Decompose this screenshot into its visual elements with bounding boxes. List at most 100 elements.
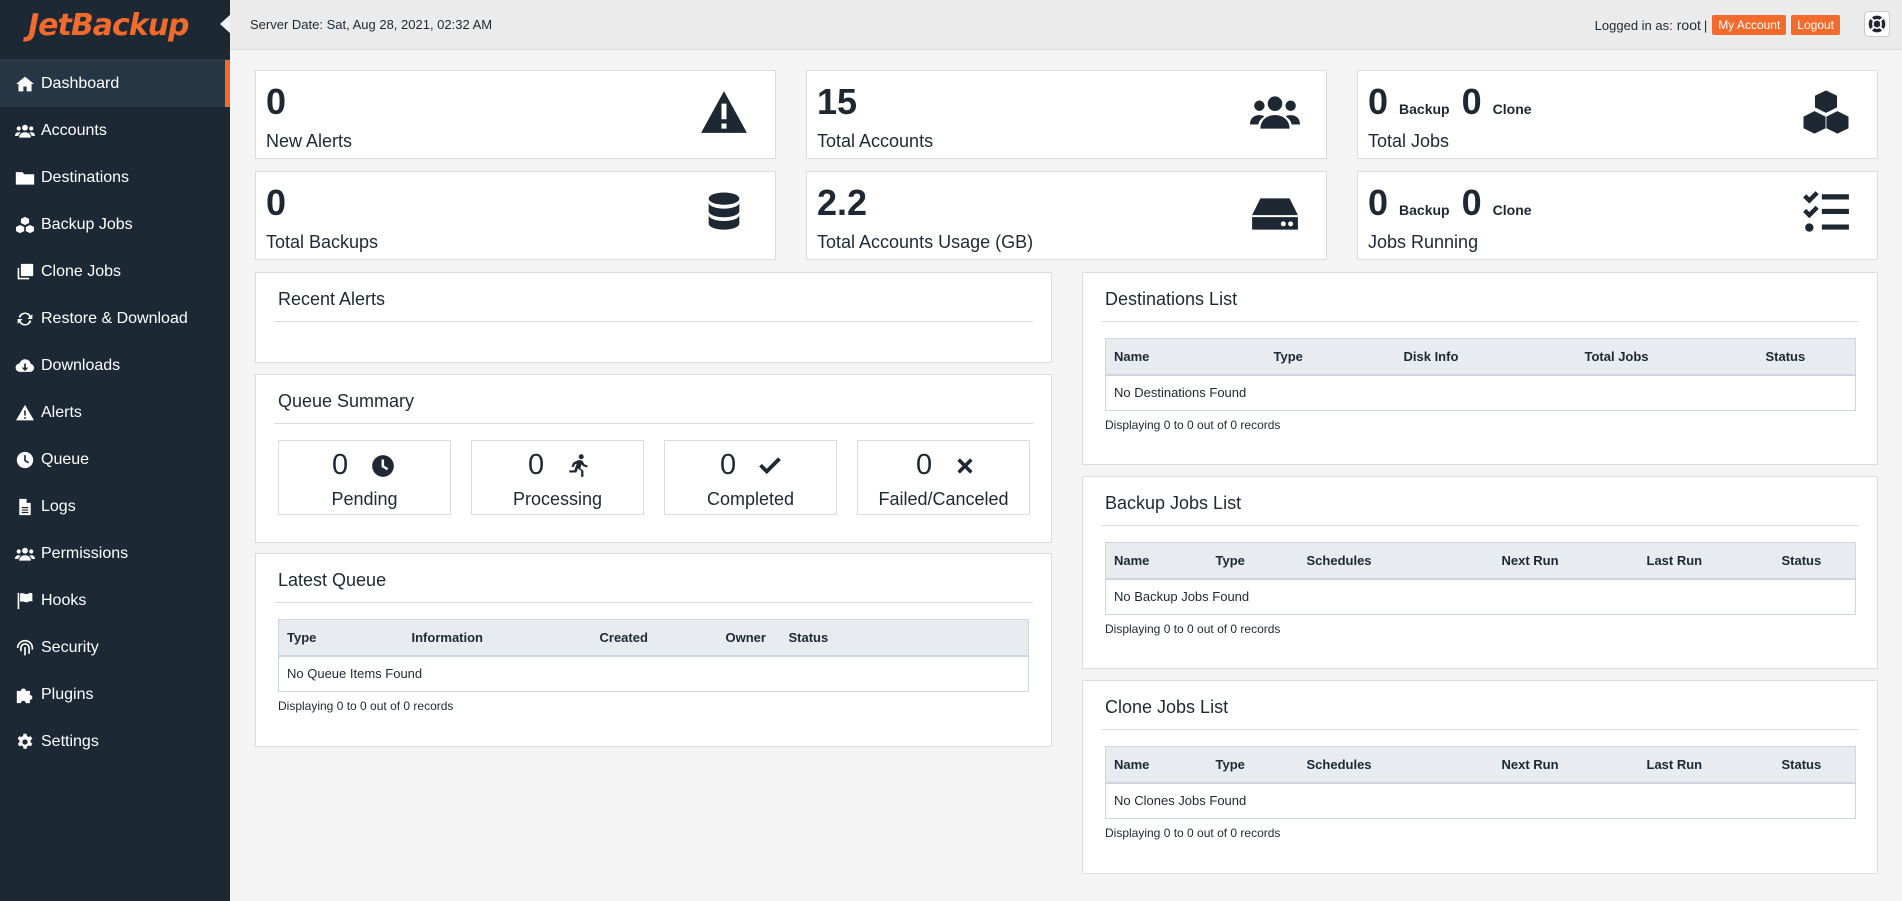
column-header-created[interactable]: Created xyxy=(591,619,718,657)
column-header-last-run[interactable]: Last Run xyxy=(1638,746,1774,784)
divider xyxy=(274,602,1033,603)
column-header-type[interactable]: Type xyxy=(1207,746,1299,784)
jetbackup-logo[interactable]: JetBackup xyxy=(28,8,190,43)
column-header-type[interactable]: Type xyxy=(1265,338,1396,376)
users-icon xyxy=(1250,96,1300,129)
puzzle-icon xyxy=(16,687,33,703)
column-header-status[interactable]: Status xyxy=(1773,746,1856,784)
server-date: Server Date: Sat, Aug 28, 2021, 02:32 AM xyxy=(250,17,493,32)
panel-title: Backup Jobs List xyxy=(1105,493,1242,513)
stat-clone-value: 0 xyxy=(1461,81,1482,122)
column-header-name[interactable]: Name xyxy=(1105,746,1208,784)
latest-queue-table: Type Information Created Owner Status No… xyxy=(278,619,1029,692)
sidebar-item-destinations[interactable]: Destinations xyxy=(0,154,230,201)
sidebar-item-hooks[interactable]: Hooks xyxy=(0,577,230,624)
sidebar-item-logs[interactable]: Logs xyxy=(0,483,230,530)
divider xyxy=(1101,321,1859,322)
sidebar-item-restore-download[interactable]: Restore & Download xyxy=(0,295,230,342)
column-header-name[interactable]: Name xyxy=(1105,338,1266,376)
stat-label: Total Backups xyxy=(266,232,379,252)
stat-total-accounts[interactable]: 15 Total Accounts xyxy=(806,70,1327,159)
home-icon xyxy=(16,76,34,91)
queue-count: 0 xyxy=(332,449,349,481)
column-header-schedules[interactable]: Schedules xyxy=(1298,542,1494,580)
clock-icon xyxy=(372,455,394,477)
sidebar-item-settings[interactable]: Settings xyxy=(0,718,230,765)
divider xyxy=(274,423,1033,424)
sidebar-item-backup-jobs[interactable]: Backup Jobs xyxy=(0,201,230,248)
stat-value: 15 xyxy=(817,81,858,122)
table-row: No Clones Jobs Found xyxy=(1105,782,1856,819)
column-header-schedules[interactable]: Schedules xyxy=(1298,746,1494,784)
divider xyxy=(1101,729,1859,730)
column-header-type[interactable]: Type xyxy=(278,619,404,657)
panel-title: Recent Alerts xyxy=(278,289,386,309)
sidebar-item-label: Queue xyxy=(41,450,90,468)
sidebar-item-label: Permissions xyxy=(41,544,129,562)
queue-failed[interactable]: 0 Failed/Canceled xyxy=(857,440,1030,515)
queue-count: 0 xyxy=(720,449,737,481)
stat-total-backups[interactable]: 0 Total Backups xyxy=(255,171,776,260)
sidebar-item-label: Security xyxy=(41,638,99,656)
column-header-status[interactable]: Status xyxy=(1757,338,1856,376)
queue-completed[interactable]: 0 Completed xyxy=(664,440,837,515)
warning-icon xyxy=(16,404,34,420)
sidebar-item-clone-jobs[interactable]: Clone Jobs xyxy=(0,248,230,295)
stat-clone-label: Clone xyxy=(1492,202,1532,218)
sidebar-item-security[interactable]: Security xyxy=(0,624,230,671)
column-header-status[interactable]: Status xyxy=(780,619,1029,657)
stat-backup-value: 0 xyxy=(1368,81,1389,122)
column-header-name[interactable]: Name xyxy=(1105,542,1208,580)
stat-total-jobs[interactable]: 0 Backup 0 Clone Total Jobs xyxy=(1357,70,1878,159)
hard-drive-icon xyxy=(1252,198,1298,230)
sidebar-item-label: Destinations xyxy=(41,168,130,186)
clone-jobs-table: Name Type Schedules Next Run Last Run St… xyxy=(1105,746,1856,819)
table-row: No Destinations Found xyxy=(1105,374,1856,411)
database-icon xyxy=(708,192,740,230)
my-account-button[interactable]: My Account xyxy=(1712,15,1787,35)
sidebar-item-label: Plugins xyxy=(41,685,94,703)
column-header-type[interactable]: Type xyxy=(1207,542,1299,580)
queue-label: Processing xyxy=(512,489,603,509)
column-header-next-run[interactable]: Next Run xyxy=(1493,746,1639,784)
table-row: No Queue Items Found xyxy=(278,655,1029,692)
stat-value: 2.2 xyxy=(817,182,868,223)
logout-button[interactable]: Logout xyxy=(1791,15,1840,35)
records-info: Displaying 0 to 0 out of 0 records xyxy=(1105,418,1281,432)
empty-message: No Clones Jobs Found xyxy=(1105,782,1856,819)
stat-dual-values: 0 Backup 0 Clone xyxy=(1368,81,1544,123)
stat-clone-value: 0 xyxy=(1461,182,1482,223)
stat-dual-values: 0 Backup 0 Clone xyxy=(1368,182,1544,224)
sidebar-item-plugins[interactable]: Plugins xyxy=(0,671,230,718)
table-header-row: Name Type Schedules Next Run Last Run St… xyxy=(1105,542,1856,580)
queue-pending[interactable]: 0 Pending xyxy=(278,440,451,515)
stat-jobs-running[interactable]: 0 Backup 0 Clone Jobs Running xyxy=(1357,171,1878,260)
column-header-status[interactable]: Status xyxy=(1773,542,1856,580)
sidebar-item-dashboard[interactable]: Dashboard xyxy=(0,60,230,107)
queue-processing[interactable]: 0 Processing xyxy=(471,440,644,515)
panel-title: Latest Queue xyxy=(278,570,387,590)
stat-backup-value: 0 xyxy=(1368,182,1389,223)
table-header-row: Name Type Disk Info Total Jobs Status xyxy=(1105,338,1856,376)
stat-new-alerts[interactable]: 0 New Alerts xyxy=(255,70,776,159)
column-header-information[interactable]: Information xyxy=(403,619,592,657)
column-header-owner[interactable]: Owner xyxy=(717,619,781,657)
column-header-total-jobs[interactable]: Total Jobs xyxy=(1576,338,1758,376)
stat-label: New Alerts xyxy=(266,131,353,151)
queue-summary-panel: Queue Summary 0 Pending 0 Processing 0 C… xyxy=(255,374,1052,543)
sidebar-item-downloads[interactable]: Downloads xyxy=(0,342,230,389)
sidebar-item-alerts[interactable]: Alerts xyxy=(0,389,230,436)
column-header-next-run[interactable]: Next Run xyxy=(1493,542,1639,580)
column-header-disk-info[interactable]: Disk Info xyxy=(1395,338,1577,376)
stat-accounts-usage[interactable]: 2.2 Total Accounts Usage (GB) xyxy=(806,171,1327,260)
sidebar-item-permissions[interactable]: Permissions xyxy=(0,530,230,577)
divider xyxy=(1101,525,1859,526)
sidebar-item-accounts[interactable]: Accounts xyxy=(0,107,230,154)
records-info: Displaying 0 to 0 out of 0 records xyxy=(1105,826,1281,840)
sidebar-item-label: Downloads xyxy=(41,356,121,374)
column-header-last-run[interactable]: Last Run xyxy=(1638,542,1774,580)
sidebar-item-label: Alerts xyxy=(41,403,82,421)
queue-label: Pending xyxy=(331,489,398,509)
sidebar-item-queue[interactable]: Queue xyxy=(0,436,230,483)
help-lifebuoy-icon[interactable] xyxy=(1864,11,1890,37)
